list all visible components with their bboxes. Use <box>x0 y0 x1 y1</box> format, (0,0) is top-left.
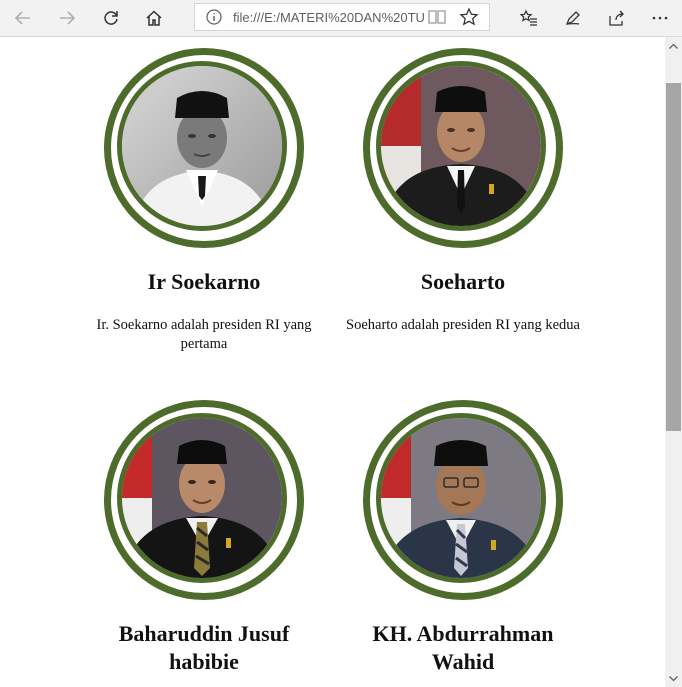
president-card: KH. Abdurrahman Wahid <box>363 400 563 687</box>
forward-button[interactable] <box>53 4 81 32</box>
back-button[interactable] <box>9 4 37 32</box>
refresh-button[interactable] <box>97 4 125 32</box>
browser-toolbar: file:///E:/MATERI%20DAN%20TU <box>0 0 682 37</box>
address-url[interactable]: file:///E:/MATERI%20DAN%20TU <box>233 10 443 25</box>
president-name: KH. Abdurrahman Wahid <box>372 621 554 674</box>
home-icon <box>146 10 162 26</box>
more-icon <box>652 16 668 20</box>
share-button[interactable] <box>602 4 630 32</box>
refresh-icon <box>104 11 118 25</box>
scroll-down-button[interactable] <box>665 670 682 687</box>
favorites-list-button[interactable] <box>515 4 543 32</box>
president-photo <box>376 413 546 583</box>
president-name: Baharuddin Jusuf habibie <box>118 621 290 674</box>
back-icon <box>14 11 30 25</box>
vertical-scrollbar[interactable] <box>665 37 682 687</box>
president-card: Ir Soekarno Ir. Soekarno adalah presiden… <box>96 48 312 358</box>
page-content: Ir Soekarno Ir. Soekarno adalah presiden… <box>0 37 665 687</box>
reading-view-icon[interactable] <box>427 8 447 26</box>
share-icon <box>609 10 624 26</box>
president-photo <box>376 61 546 231</box>
home-button[interactable] <box>140 4 168 32</box>
president-name: Ir Soekarno <box>147 269 261 294</box>
president-description: Soeharto adalah presiden RI yang kedua <box>346 317 580 333</box>
president-card: Baharuddin Jusuf habibie <box>104 400 304 687</box>
address-bar[interactable]: file:///E:/MATERI%20DAN%20TU <box>194 3 490 31</box>
president-photo <box>117 413 287 583</box>
info-icon[interactable] <box>205 8 223 26</box>
scroll-down-arrow-icon <box>669 675 678 681</box>
president-card: Soeharto Soeharto adalah presiden RI yan… <box>346 48 580 358</box>
forward-icon <box>60 11 76 25</box>
president-name: Soeharto <box>420 269 506 294</box>
scroll-up-arrow-icon <box>669 43 678 49</box>
pen-button[interactable] <box>559 4 587 32</box>
president-photo <box>117 61 287 231</box>
favorites-list-icon <box>520 9 537 26</box>
scroll-up-button[interactable] <box>665 37 682 54</box>
scrollbar-thumb[interactable] <box>666 83 681 431</box>
favorite-star-icon[interactable] <box>459 7 479 27</box>
more-button[interactable] <box>646 4 674 32</box>
president-description: Ir. Soekarno adalah presiden RI yang per… <box>96 317 312 352</box>
pen-icon <box>565 11 580 26</box>
